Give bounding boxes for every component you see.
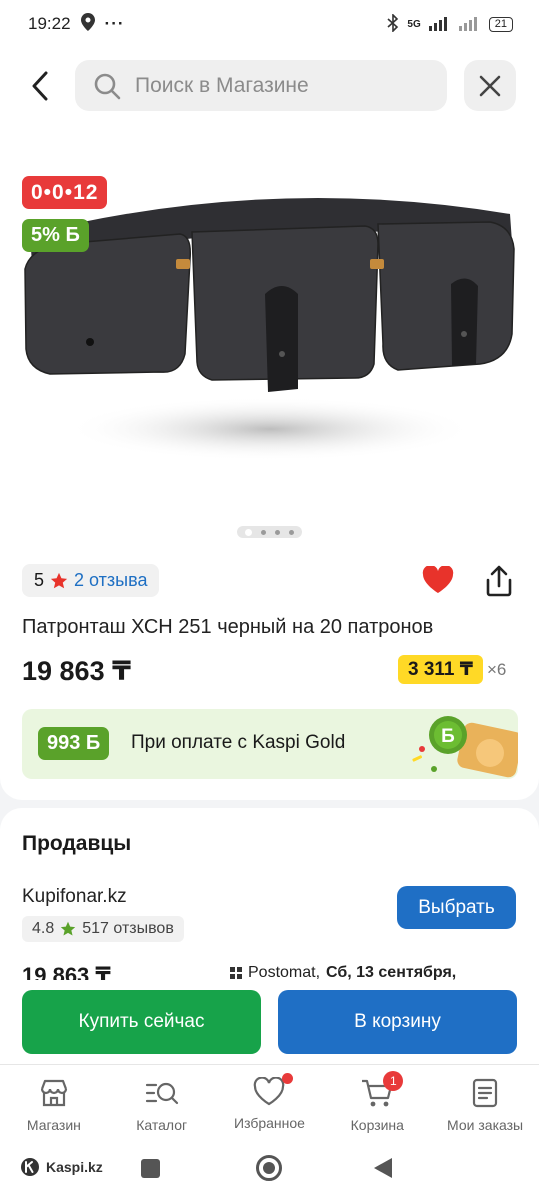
- tab-catalog-label: Каталог: [136, 1117, 188, 1133]
- seller-rating: 4.8 517 отзывов: [22, 916, 184, 942]
- heart-icon: [422, 565, 454, 593]
- bonus-badge: 5% Б: [22, 219, 89, 252]
- postomat-icon: [230, 967, 242, 979]
- heart-outline-icon: [254, 1077, 285, 1106]
- top-bar: Поиск в Магазине: [0, 48, 539, 124]
- system-navigation-bar: Kaspi.kz: [0, 1142, 539, 1200]
- more-notifications-icon: ···: [104, 14, 125, 33]
- share-button[interactable]: [483, 564, 517, 600]
- sellers-title: Продавцы: [22, 832, 132, 855]
- star-icon: [50, 572, 68, 588]
- close-icon: [479, 75, 501, 96]
- status-bar: 19:22 ··· 5G 21: [0, 0, 539, 48]
- share-icon: [486, 565, 512, 597]
- close-search-button[interactable]: [464, 60, 516, 111]
- kaspi-gold-banner[interactable]: 993 Б При оплате с Kaspi Gold Б: [22, 709, 518, 779]
- tab-favorites-label: Избранное: [234, 1115, 305, 1131]
- pagination-dot-2: [261, 529, 267, 535]
- product-title: Патронташ ХСН 251 черный на 20 патронов: [22, 616, 434, 638]
- purchase-action-bar: Купить сейчас В корзину: [0, 980, 539, 1068]
- bluetooth-icon: [387, 12, 399, 35]
- tab-catalog[interactable]: Каталог: [108, 1065, 216, 1142]
- product-card: 0•0•12 5% Б 5 2 отзыва Патронташ ХСН 251…: [0, 124, 539, 800]
- add-to-cart-button[interactable]: В корзину: [278, 990, 517, 1054]
- pagination-dot-4: [288, 529, 294, 535]
- tab-orders[interactable]: Мои заказы: [431, 1065, 539, 1142]
- svg-text:Б: Б: [441, 726, 455, 747]
- watermark-text: Kaspi.kz: [46, 1159, 103, 1175]
- orders-icon: [472, 1078, 498, 1108]
- star-icon: [61, 921, 76, 936]
- bottom-tab-bar: Магазин Каталог Избранное 1 Корзина Мои …: [0, 1064, 539, 1142]
- recent-apps-button[interactable]: [141, 1159, 160, 1178]
- search-input[interactable]: Поиск в Магазине: [75, 60, 447, 111]
- network-type: 5G: [407, 18, 421, 30]
- back-button[interactable]: [22, 66, 58, 106]
- tab-cart[interactable]: 1 Корзина: [323, 1065, 431, 1142]
- catalog-search-icon: [145, 1082, 178, 1105]
- tab-favorites[interactable]: Избранное: [216, 1065, 324, 1142]
- seller-reviews: 517 отзывов: [82, 920, 174, 937]
- tab-orders-label: Мои заказы: [447, 1117, 524, 1133]
- gold-bonus-badge: 993 Б: [38, 727, 110, 760]
- buy-now-button[interactable]: Купить сейчас: [22, 990, 261, 1054]
- choose-seller-button[interactable]: Выбрать: [397, 886, 516, 929]
- system-back-button[interactable]: [374, 1158, 392, 1178]
- pagination-dot-3: [274, 529, 280, 535]
- tab-cart-label: Корзина: [350, 1117, 404, 1133]
- favorites-dot: [281, 1073, 293, 1084]
- seller-rating-value: 4.8: [32, 920, 55, 937]
- installment-months: ×6: [487, 659, 507, 679]
- image-pagination: [237, 526, 302, 538]
- kaspi-gold-card-icon: Б: [412, 716, 518, 778]
- search-icon: [94, 73, 121, 99]
- signal-icon: [428, 15, 451, 34]
- pagination-dot-1: [245, 528, 253, 536]
- seller-name[interactable]: Kupifonar.kz: [22, 886, 127, 908]
- store-icon: [40, 1079, 67, 1107]
- home-button[interactable]: [256, 1155, 282, 1181]
- search-placeholder: Поиск в Магазине: [135, 73, 309, 97]
- reviews-link[interactable]: 2 отзыва: [74, 570, 147, 591]
- favorite-button[interactable]: [422, 565, 458, 598]
- product-price: 19 863 ₸: [22, 656, 131, 686]
- kaspi-watermark: Kaspi.kz: [20, 1157, 103, 1177]
- gold-banner-text: При оплате с Kaspi Gold: [131, 732, 346, 753]
- status-time: 19:22: [28, 14, 71, 33]
- chevron-left-icon: [32, 71, 48, 101]
- product-image[interactable]: [0, 164, 539, 524]
- discount-timer-badge: 0•0•12: [22, 176, 108, 209]
- cart-count-badge: 1: [383, 1071, 404, 1091]
- battery-icon: 21: [488, 16, 513, 32]
- rating-summary[interactable]: 5 2 отзыва: [22, 564, 160, 597]
- installment-info[interactable]: 3 311 ₸ ×6: [398, 655, 506, 684]
- installment-amount: 3 311 ₸: [398, 655, 483, 684]
- signal-icon-2: [458, 15, 481, 34]
- location-icon: [80, 12, 95, 36]
- tab-store-label: Магазин: [26, 1117, 81, 1133]
- rating-value: 5: [34, 570, 45, 590]
- kaspi-logo-icon: [21, 1158, 39, 1176]
- home-dot-icon: [263, 1162, 275, 1174]
- tab-store[interactable]: Магазин: [0, 1065, 108, 1142]
